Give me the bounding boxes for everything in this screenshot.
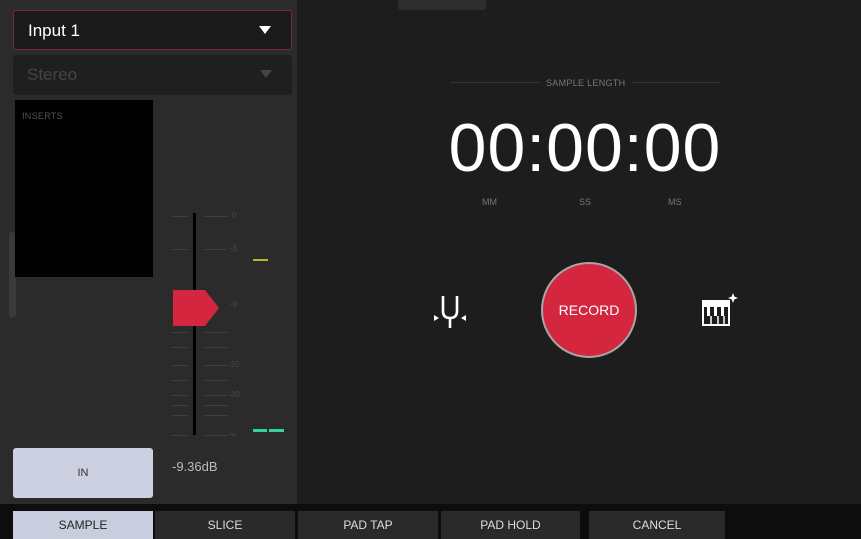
record-button-label: RECORD: [558, 302, 620, 318]
sample-length-label: SAMPLE LENGTH: [546, 78, 626, 88]
level-readout: -9.36dB: [172, 459, 218, 474]
sample-length-time: 00:00:00: [448, 110, 722, 186]
tab-label: PAD HOLD: [480, 518, 541, 532]
input-select[interactable]: Input 1: [13, 10, 292, 50]
in-button-label: IN: [77, 467, 89, 479]
tab-label: CANCEL: [632, 518, 682, 532]
unit-seconds: SS: [579, 197, 592, 207]
chevron-down-icon: [260, 70, 272, 78]
meter-level-left: [253, 429, 267, 432]
right-panel: [297, 0, 861, 504]
tuning-fork-icon[interactable]: [432, 292, 468, 332]
scale-label: -30: [228, 390, 240, 399]
top-drag-handle[interactable]: [398, 0, 486, 10]
scale-label: -∞: [228, 430, 237, 439]
tab-label: SAMPLE: [58, 518, 108, 532]
inserts-panel[interactable]: INSERTS: [15, 100, 153, 277]
chevron-down-icon: [259, 26, 271, 34]
meter-peak-indicator: [253, 259, 268, 261]
fader-handle[interactable]: [172, 290, 220, 326]
divider: [450, 82, 541, 83]
mode-select-value: Stereo: [27, 65, 78, 84]
piano-keys-icon[interactable]: [702, 293, 738, 327]
unit-milliseconds: MS: [668, 197, 682, 207]
tab-pad-hold[interactable]: PAD HOLD: [441, 511, 580, 539]
divider: [632, 82, 720, 83]
mode-select: Stereo: [13, 55, 292, 95]
scale-label: -9: [230, 300, 238, 309]
input-monitor-button[interactable]: IN: [13, 448, 153, 498]
meter-level-right: [269, 429, 284, 432]
unit-minutes: MM: [482, 197, 497, 207]
tab-pad-tap[interactable]: PAD TAP: [298, 511, 438, 539]
tab-sample[interactable]: SAMPLE: [13, 511, 153, 539]
tab-slice[interactable]: SLICE: [155, 511, 295, 539]
tab-label: PAD TAP: [343, 518, 393, 532]
record-button[interactable]: RECORD: [541, 262, 637, 358]
scale-label: -20: [228, 360, 240, 369]
scale-label: 0: [232, 211, 237, 220]
tab-label: SLICE: [207, 518, 243, 532]
scale-label: -3: [230, 244, 238, 253]
inserts-label: INSERTS: [22, 111, 63, 121]
input-select-value: Input 1: [28, 21, 80, 40]
cancel-button[interactable]: CANCEL: [589, 511, 725, 539]
